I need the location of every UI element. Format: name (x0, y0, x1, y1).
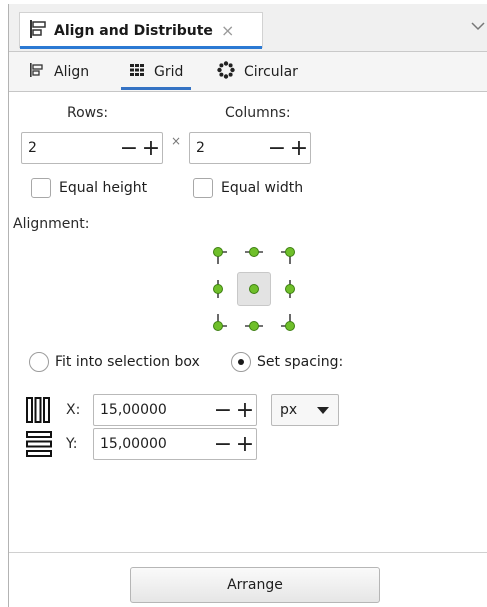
dock-tab-title: Align and Distribute (54, 22, 213, 39)
tab-circular[interactable]: Circular (217, 52, 298, 92)
unit-select-value: px (280, 402, 298, 418)
x-decrement-button[interactable]: − (212, 395, 234, 425)
columns-label: Columns: (225, 105, 291, 121)
radio-selected-dot (238, 359, 244, 365)
chevron-down-icon[interactable] (470, 18, 486, 34)
unit-select[interactable]: px (271, 394, 339, 426)
anchor-top-left-icon[interactable] (209, 244, 235, 270)
y-spacing-input[interactable]: 15,00000 (94, 429, 212, 459)
tab-align-label: Align (54, 64, 90, 80)
anchor-middle-right-icon[interactable] (273, 276, 299, 302)
column-spacing-icon (25, 396, 51, 428)
tab-align[interactable]: Align (29, 52, 89, 92)
circular-icon (217, 61, 235, 83)
alignment-label: Alignment: (13, 216, 90, 232)
anchor-bottom-right-icon[interactable] (273, 308, 299, 334)
align-icon (29, 62, 45, 82)
set-spacing-radio-circle[interactable] (231, 352, 251, 372)
columns-input[interactable]: 2 (190, 133, 266, 163)
dock-tab-bar: Align and Distribute × (9, 4, 487, 52)
times-icon: × (171, 134, 182, 148)
rows-decrement-button[interactable]: − (118, 133, 140, 163)
anchor-top-center-icon[interactable] (241, 244, 267, 270)
anchor-middle-left-icon[interactable] (209, 276, 235, 302)
equal-height-checkbox[interactable]: Equal height (31, 178, 147, 198)
rows-spinbox: 2 − + (21, 132, 163, 164)
align-distribute-icon (28, 19, 48, 43)
anchor-center-icon[interactable] (237, 272, 271, 306)
equal-height-label: Equal height (59, 180, 148, 196)
equal-width-checkbox[interactable]: Equal width (193, 178, 303, 198)
rows-increment-button[interactable]: + (140, 133, 162, 163)
dropdown-caret-icon (317, 407, 329, 414)
arrange-button-label: Arrange (227, 577, 283, 593)
y-decrement-button[interactable]: − (212, 429, 234, 459)
tab-grid-label: Grid (154, 64, 184, 80)
active-mode-indicator (121, 87, 192, 90)
equal-height-box[interactable] (31, 178, 51, 198)
active-tab-indicator (20, 46, 262, 49)
tab-circular-label: Circular (244, 64, 298, 80)
set-spacing-label: Set spacing: (257, 354, 344, 370)
close-icon[interactable]: × (221, 21, 234, 40)
tab-grid[interactable]: Grid (121, 52, 192, 92)
columns-increment-button[interactable]: + (288, 133, 310, 163)
arrange-button[interactable]: Arrange (130, 567, 380, 603)
alignment-anchor-grid (209, 244, 299, 334)
columns-decrement-button[interactable]: − (266, 133, 288, 163)
fit-selection-radio-circle[interactable] (29, 352, 49, 372)
anchor-bottom-left-icon[interactable] (209, 308, 235, 334)
y-increment-button[interactable]: + (234, 429, 256, 459)
x-spacing-input[interactable]: 15,00000 (94, 395, 212, 425)
align-distribute-panel: Align and Distribute × Align Grid Circul… (8, 4, 487, 607)
x-increment-button[interactable]: + (234, 395, 256, 425)
fit-selection-label: Fit into selection box (55, 354, 200, 370)
y-spacing-label: Y: (66, 436, 78, 452)
divider (9, 552, 487, 553)
anchor-bottom-center-icon[interactable] (241, 308, 267, 334)
x-spacing-label: X: (66, 402, 81, 418)
set-spacing-radio[interactable]: Set spacing: (231, 352, 343, 372)
columns-spinbox: 2 − + (189, 132, 311, 164)
equal-width-box[interactable] (193, 178, 213, 198)
dock-tab-align-distribute[interactable]: Align and Distribute × (19, 12, 263, 49)
anchor-top-right-icon[interactable] (273, 244, 299, 270)
mode-tabs: Align Grid Circular (9, 52, 487, 92)
equal-width-label: Equal width (221, 180, 304, 196)
fit-selection-radio[interactable]: Fit into selection box (29, 352, 200, 372)
y-spacing-spinbox: 15,00000 − + (93, 428, 257, 460)
grid-icon (129, 62, 145, 82)
x-spacing-spinbox: 15,00000 − + (93, 394, 257, 426)
rows-input[interactable]: 2 (22, 133, 118, 163)
row-spacing-icon (25, 430, 53, 462)
rows-label: Rows: (67, 105, 109, 121)
